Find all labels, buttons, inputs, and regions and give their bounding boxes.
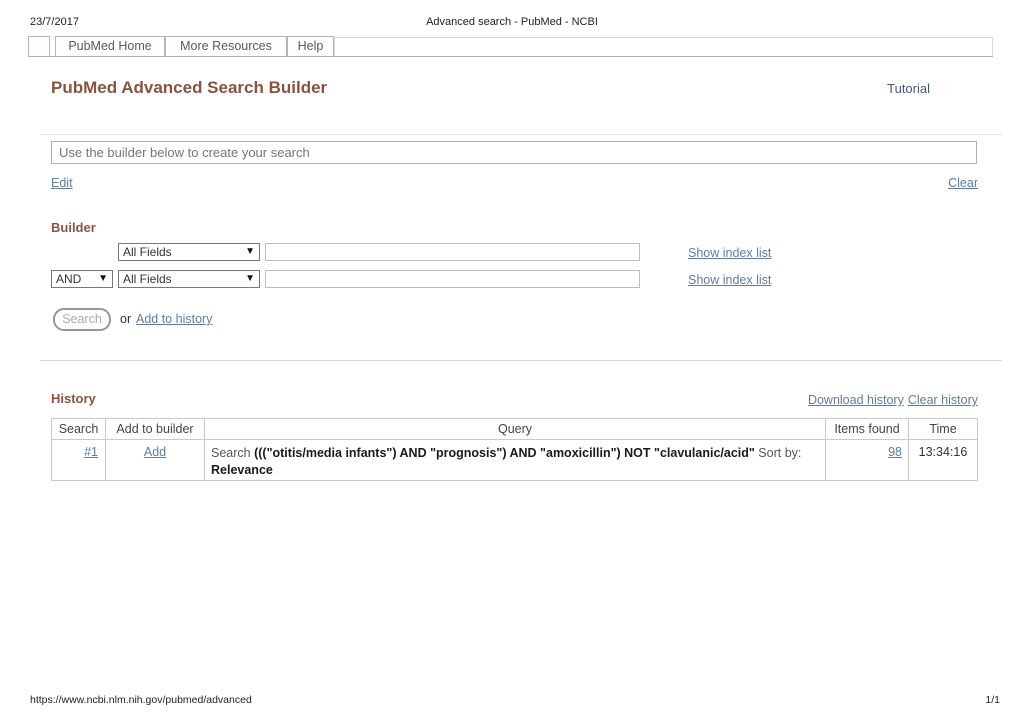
add-to-history-link[interactable]: Add to history (136, 312, 212, 326)
boolean-dropdown-row2[interactable]: AND ▼ (51, 270, 113, 288)
items-found-cell: 98 (826, 440, 909, 481)
field-dropdown-row1-value: All Fields (123, 245, 172, 259)
chevron-down-icon: ▼ (245, 274, 255, 284)
field-dropdown-row1[interactable]: All Fields ▼ (118, 243, 260, 261)
field-dropdown-row2-value: All Fields (123, 272, 172, 286)
search-number-link[interactable]: #1 (84, 445, 98, 459)
items-found-link[interactable]: 98 (888, 445, 902, 459)
time-cell: 13:34:16 (909, 440, 978, 481)
tab-bar-divider (28, 56, 993, 57)
column-header-search: Search (52, 419, 106, 440)
clear-history-link[interactable]: Clear history (908, 393, 978, 407)
query-prefix: Search (211, 446, 251, 460)
field-dropdown-row2[interactable]: All Fields ▼ (118, 270, 260, 288)
history-table-row: #1 Add Search ((("otitis/media infants")… (52, 440, 978, 481)
column-header-items-found: Items found (826, 419, 909, 440)
tab-bar-spacer (334, 37, 993, 57)
sort-by-value: Relevance (211, 463, 273, 477)
section-divider (40, 360, 1002, 361)
query-cell: Search ((("otitis/media infants") AND "p… (205, 440, 826, 481)
show-index-list-link-row2[interactable]: Show index list (688, 273, 771, 287)
search-number-cell: #1 (52, 440, 106, 481)
clear-link[interactable]: Clear (948, 176, 978, 190)
add-link[interactable]: Add (144, 445, 166, 459)
history-links: Download history Clear history (804, 393, 978, 407)
sort-by-label: Sort by: (758, 446, 801, 460)
history-table: Search Add to builder Query Items found … (51, 418, 978, 481)
column-header-query: Query (205, 419, 826, 440)
search-button[interactable]: Search (53, 308, 111, 331)
boolean-dropdown-row2-value: AND (56, 272, 81, 286)
tab-more-resources[interactable]: More Resources (165, 36, 287, 57)
history-heading: History (51, 391, 96, 406)
tab-help[interactable]: Help (287, 36, 334, 57)
tab-stub[interactable] (28, 36, 50, 57)
tab-pubmed-home[interactable]: PubMed Home (55, 36, 165, 57)
builder-heading: Builder (51, 220, 96, 235)
term-input-row2[interactable] (265, 270, 640, 288)
column-header-add-to-builder: Add to builder (106, 419, 205, 440)
page-title: PubMed Advanced Search Builder (51, 78, 327, 98)
or-text: or (120, 312, 131, 326)
chevron-down-icon: ▼ (245, 247, 255, 257)
query-text: ((("otitis/media infants") AND "prognosi… (254, 446, 755, 460)
term-input-row1[interactable] (265, 243, 640, 261)
chevron-down-icon: ▼ (98, 274, 108, 284)
column-header-time: Time (909, 419, 978, 440)
add-to-builder-cell: Add (106, 440, 205, 481)
print-footer-url: https://www.ncbi.nlm.nih.gov/pubmed/adva… (30, 694, 252, 706)
edit-link[interactable]: Edit (51, 176, 73, 190)
history-table-header-row: Search Add to builder Query Items found … (52, 419, 978, 440)
show-index-list-link-row1[interactable]: Show index list (688, 246, 771, 260)
print-header-title: Advanced search - PubMed - NCBI (0, 16, 1024, 28)
print-footer-page-number: 1/1 (985, 694, 1000, 706)
tutorial-link[interactable]: Tutorial (887, 81, 930, 96)
top-divider (40, 134, 1002, 135)
download-history-link[interactable]: Download history (808, 393, 904, 407)
query-preview-input[interactable] (51, 141, 977, 164)
